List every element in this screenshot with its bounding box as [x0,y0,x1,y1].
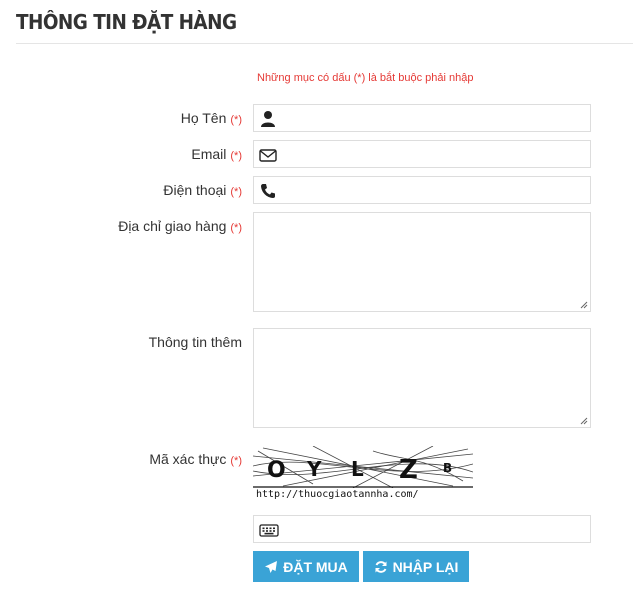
captcha-url: http://thuocgiaotannha.com/ [256,489,419,500]
refresh-icon [375,560,387,573]
resize-grip-icon[interactable] [580,417,588,425]
submit-order-button[interactable]: ĐẶT MUA [253,551,359,582]
name-field-box [253,104,591,133]
address-label-text: Địa chỉ giao hàng [118,218,227,234]
required-marker: (*) [230,150,242,162]
phone-label-text: Điện thoại [163,182,227,198]
required-marker: (*) [230,114,242,126]
phone-input[interactable] [282,177,586,205]
paper-plane-icon [265,560,278,573]
page-title: THÔNG TIN ĐẶT HÀNG [16,10,237,34]
required-marker: (*) [230,186,242,198]
address-label: Địa chỉ giao hàng (*) [118,218,242,234]
user-icon [261,111,275,127]
captcha-image: O Y L Z B [253,446,473,488]
required-marker: (*) [230,222,242,234]
required-marker: (*) [230,455,242,467]
captcha-label-text: Mã xác thực [149,451,227,467]
extra-label-text: Thông tin thêm [148,334,242,350]
captcha-char: O [267,458,286,483]
captcha-char: B [443,461,452,475]
captcha-char: L [351,457,364,481]
captcha-char: Y [306,457,322,481]
required-note: Những mục có dấu (*) là bắt buộc phải nh… [257,72,474,84]
reset-label: NHẬP LẠI [392,558,459,575]
captcha-field-box [253,515,591,544]
extra-textarea[interactable] [254,329,590,427]
email-label-text: Email [191,146,227,162]
captcha-input[interactable] [282,516,586,544]
name-input[interactable] [282,105,586,133]
title-divider [16,43,633,44]
name-label-text: Họ Tên [180,110,227,126]
extra-field-box [253,328,591,428]
email-label: Email (*) [191,146,242,162]
keyboard-icon [259,524,279,537]
address-textarea[interactable] [254,213,590,311]
captcha-label: Mã xác thực (*) [149,451,242,467]
captcha-char: Z [399,455,418,485]
submit-order-label: ĐẶT MUA [283,558,348,575]
phone-label: Điện thoại (*) [163,182,242,198]
email-field-box [253,140,591,169]
name-label: Họ Tên (*) [181,110,242,126]
email-input[interactable] [282,141,586,169]
extra-label: Thông tin thêm [149,334,242,350]
address-field-box [253,212,591,312]
phone-icon [261,184,275,198]
resize-grip-icon[interactable] [580,301,588,309]
reset-button[interactable]: NHẬP LẠI [363,551,469,582]
phone-field-box [253,176,591,205]
envelope-icon [259,149,277,162]
